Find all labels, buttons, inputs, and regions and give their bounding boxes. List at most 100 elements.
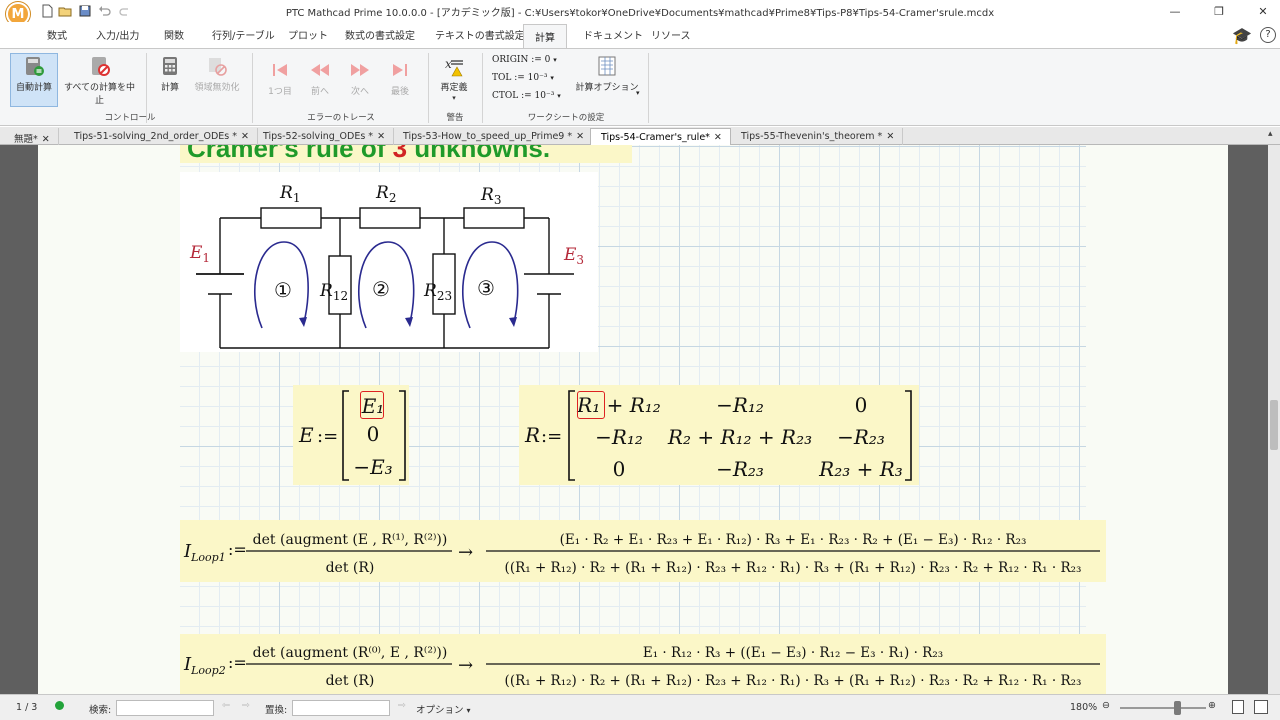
close-icon[interactable]: ✕ (377, 131, 385, 142)
i-loop2-numerator[interactable]: det (augment (R⁽⁰⁾, E , R⁽²⁾)) (253, 645, 448, 661)
doc-tab-label: 無題* (14, 134, 38, 145)
replace-go-icon[interactable]: ⇨ (398, 700, 406, 711)
page-left-margin (38, 145, 180, 694)
doc-tab-tips-52[interactable]: Tips-52-solving_ODEs * ✕ (253, 128, 395, 145)
e-vector-region[interactable]: E := E₁ 0 −E₃ (293, 385, 409, 485)
origin-setting[interactable]: ORIGIN := 0 ▾ (492, 55, 557, 65)
r-matrix-cell[interactable]: −R₂₃ (716, 457, 764, 481)
r-matrix-cell[interactable]: −R₁₂ (716, 393, 764, 417)
ctol-setting[interactable]: CTOL := 10⁻³ ▾ (492, 91, 561, 101)
tab-list-dropdown-icon[interactable]: ▴ (1268, 129, 1273, 139)
zoom-out-icon[interactable]: ⊖ (1102, 700, 1110, 711)
tab-resources[interactable]: リソース (651, 27, 691, 42)
stop-all-button[interactable]: すべての計算を中止 (62, 55, 137, 106)
r-matrix-cell[interactable]: R₂ + R₁₂ + R₂₃ (667, 425, 812, 449)
loop-3-marker: ③ (477, 276, 495, 300)
prev-label: 前へ (310, 87, 329, 97)
edit-cursor-box (360, 391, 384, 419)
search-next-icon[interactable]: ⇨ (242, 700, 250, 711)
doc-tab-tips-55[interactable]: Tips-55-Thevenin's_theorem * ✕ (731, 128, 904, 145)
i-loop1-result-numerator[interactable]: (E₁ · R₂ + E₁ · R₂₃ + E₁ · R₁₂) · R₃ + E… (560, 532, 1027, 548)
i-loop1-region[interactable]: ILoop1 := det (augment (E , R⁽¹⁾, R⁽²⁾))… (180, 520, 1106, 582)
zoom-slider-thumb[interactable] (1174, 701, 1181, 715)
tab-functions[interactable]: 関数 (164, 27, 184, 42)
doc-tab-tips-51[interactable]: Tips-51-solving_2nd_order_ODEs * ✕ (64, 128, 258, 145)
i-loop1-denominator[interactable]: det (R) (326, 560, 375, 576)
disable-region-button[interactable]: 領域無効化 (192, 55, 242, 93)
tab-matrices-tables[interactable]: 行列/テーブル (212, 27, 275, 42)
tab-document[interactable]: ドキュメント (583, 27, 643, 42)
doc-tab-untitled[interactable]: 無題* ✕ (4, 128, 59, 145)
r-matrix-cell[interactable]: R₂₃ + R₃ (818, 457, 903, 481)
close-icon[interactable]: ✕ (714, 132, 722, 143)
doc-tab-tips-54[interactable]: Tips-54-Cramer's_rule* ✕ (590, 128, 731, 145)
last-error-button[interactable]: 最後 (386, 59, 414, 97)
group-warning-label: 警告 (446, 113, 464, 123)
help-icon[interactable]: ? (1260, 27, 1276, 43)
calculate-button[interactable]: 計算 (154, 55, 186, 93)
prev-error-button[interactable]: 前へ (306, 59, 334, 97)
ribbon-tabs: 数式 入力/出力 関数 行列/テーブル プロット 数式の書式設定 テキストの書式… (0, 22, 1280, 49)
i-loop2-region[interactable]: ILoop2 := det (augment (R⁽⁰⁾, E , R⁽²⁾))… (180, 634, 1106, 694)
tol-setting[interactable]: TOL := 10⁻³ ▾ (492, 73, 554, 83)
zoom-slider-track[interactable] (1120, 707, 1206, 709)
i-loop2-result-denominator[interactable]: ((R₁ + R₁₂) · R₂ + (R₁ + R₁₂) · R₂₃ + R₁… (505, 673, 1082, 689)
close-icon[interactable]: ✕ (576, 131, 584, 142)
i-loop2-result-numerator[interactable]: E₁ · R₁₂ · R₃ + ((E₁ − E₃) · R₁₂ − E₃ · … (643, 645, 943, 661)
tab-input-output[interactable]: 入力/出力 (96, 27, 139, 42)
graduation-cap-icon[interactable]: 🎓 (1232, 26, 1252, 45)
symbolic-arrow: → (458, 542, 473, 563)
minimize-button[interactable]: — (1160, 2, 1190, 20)
page-view-icon[interactable] (1232, 700, 1244, 714)
doc-tab-label: Tips-55-Thevenin's_theorem * (741, 131, 883, 142)
replace-input[interactable] (292, 700, 390, 716)
close-icon[interactable]: ✕ (886, 131, 894, 142)
zoom-in-icon[interactable]: ⊕ (1208, 700, 1216, 711)
circuit-schematic: R1 R2 R3 R12 R23 E1 E3 ① ② ③ (189, 183, 584, 349)
r-matrix-cell[interactable]: −R₂₃ (837, 425, 885, 449)
scrollbar-thumb[interactable] (1270, 400, 1278, 450)
draft-view-icon[interactable] (1254, 700, 1268, 714)
assign-operator: := (228, 540, 247, 559)
fast-forward-icon (351, 64, 369, 76)
search-label: 検索: (89, 705, 112, 716)
svg-text:x: x (445, 57, 452, 71)
dropdown-arrow-icon[interactable]: ▾ (636, 89, 640, 97)
r-matrix-region[interactable]: R := R₁ + R₁₂ −R₁₂ 0 −R₁₂ R₂ + R₁₂ + R₂₃… (519, 385, 919, 485)
next-error-button[interactable]: 次へ (346, 59, 374, 97)
search-prev-icon[interactable]: ⇦ (222, 700, 230, 711)
worksheet-heading[interactable]: Cramer's rule of 3 unknowns. (180, 145, 632, 163)
calc-options-button[interactable]: 計算オプション (572, 55, 642, 93)
r-matrix-cell[interactable]: −R₁₂ (595, 425, 643, 449)
r-matrix-cell[interactable]: 0 (613, 457, 626, 481)
heading-text: Cramer's rule of (187, 145, 393, 163)
close-icon[interactable]: ✕ (42, 134, 50, 145)
tab-plots[interactable]: プロット (288, 27, 328, 42)
close-icon[interactable]: ✕ (241, 131, 249, 142)
dropdown-arrow-icon: ▾ (550, 74, 554, 82)
skip-first-icon (273, 64, 287, 76)
first-error-button[interactable]: 1つ目 (266, 59, 294, 97)
i-loop2-denominator[interactable]: det (R) (326, 673, 375, 689)
dropdown-arrow-icon: ▾ (553, 56, 557, 64)
tab-text-formatting[interactable]: テキストの書式設定 (435, 27, 525, 42)
i-loop1-numerator[interactable]: det (augment (E , R⁽¹⁾, R⁽²⁾)) (253, 532, 448, 548)
r-matrix-cell[interactable]: 0 (855, 393, 868, 417)
label-r23: R23 (423, 281, 452, 303)
close-window-button[interactable]: ✕ (1248, 2, 1278, 20)
redefine-button[interactable]: x 再定義 ▾ (434, 55, 474, 102)
tab-calculation[interactable]: 計算 (523, 24, 567, 49)
restore-button[interactable]: ❐ (1204, 2, 1234, 20)
doc-tab-tips-53[interactable]: Tips-53-How_to_speed_up_Prime9 * ✕ (393, 128, 594, 145)
search-options-button[interactable]: オプション ▾ (416, 702, 471, 716)
e-vector-cell[interactable]: 0 (367, 422, 380, 446)
tab-math-formatting[interactable]: 数式の書式設定 (345, 27, 415, 42)
calc-options-icon (598, 56, 616, 76)
circuit-diagram[interactable]: R1 R2 R3 R12 R23 E1 E3 ① ② ③ (180, 172, 598, 352)
search-input[interactable] (116, 700, 214, 716)
group-error-trace-label: エラーのトレース (307, 113, 375, 123)
ribbon-panel: 自動計算 すべての計算を中止 計算 領域無効化 コントロール 1つ目 前へ 次へ… (0, 48, 1280, 126)
i-loop1-result-denominator[interactable]: ((R₁ + R₁₂) · R₂ + (R₁ + R₁₂) · R₂₃ + R₁… (505, 560, 1082, 576)
tab-math[interactable]: 数式 (47, 27, 67, 42)
e-vector-cell[interactable]: −E₃ (353, 455, 392, 479)
